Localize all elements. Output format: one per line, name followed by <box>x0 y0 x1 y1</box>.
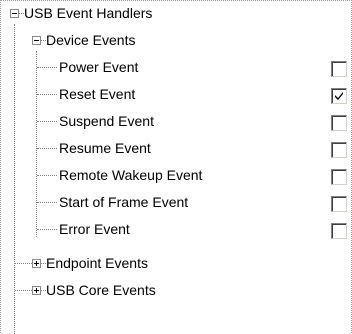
checkmark-icon <box>335 92 343 100</box>
tree-node-start-of-frame-event[interactable]: Start of Frame Event <box>1 190 352 217</box>
tree-connector <box>37 121 57 122</box>
tree-connector <box>37 67 57 68</box>
tree-connector <box>37 94 57 95</box>
tree-connector <box>15 290 32 291</box>
tree-node-suspend-event[interactable]: Suspend Event <box>1 109 352 136</box>
tree-node-label: USB Core Events <box>46 282 156 298</box>
resume-event-checkbox[interactable] <box>331 142 347 158</box>
power-event-checkbox[interactable] <box>331 61 347 77</box>
tree-node-label: Start of Frame Event <box>59 194 189 210</box>
tree-node-error-event[interactable]: Error Event <box>1 217 352 244</box>
tree-node-label: USB Event Handlers <box>24 5 153 21</box>
tree-connector <box>37 202 57 203</box>
tree-node-label: Remote Wakeup Event <box>59 167 203 183</box>
reset-event-checkbox[interactable] <box>331 88 347 104</box>
tree-connector <box>37 229 57 230</box>
remote-wakeup-event-checkbox[interactable] <box>331 169 347 185</box>
tree-node-label: Reset Event <box>59 86 136 102</box>
tree-node-label: Power Event <box>59 59 139 75</box>
tree-node-reset-event[interactable]: Reset Event <box>1 82 352 109</box>
tree-node-label: Endpoint Events <box>46 255 148 271</box>
tree-connector <box>37 148 57 149</box>
expand-icon[interactable] <box>32 286 41 295</box>
suspend-event-checkbox[interactable] <box>331 115 347 131</box>
usb-event-tree: USB Event Handlers Device Events Power E… <box>0 0 352 334</box>
start-of-frame-event-checkbox[interactable] <box>331 196 347 212</box>
tree-node-label: Device Events <box>46 32 136 48</box>
collapse-icon[interactable] <box>10 9 19 18</box>
tree-node-device-events[interactable]: Device Events <box>1 28 352 55</box>
tree-node-label: Resume Event <box>59 140 151 156</box>
tree-node-resume-event[interactable]: Resume Event <box>1 136 352 163</box>
tree-node-endpoint-events[interactable]: Endpoint Events <box>1 251 352 278</box>
expand-icon[interactable] <box>32 259 41 268</box>
error-event-checkbox[interactable] <box>331 223 347 239</box>
tree-connector <box>15 263 32 264</box>
tree-node-usb-core-events[interactable]: USB Core Events <box>1 278 352 305</box>
collapse-icon[interactable] <box>32 36 41 45</box>
tree-node-remote-wakeup-event[interactable]: Remote Wakeup Event <box>1 163 352 190</box>
tree-connector <box>37 175 57 176</box>
tree-node-label: Error Event <box>59 221 130 237</box>
tree-node-power-event[interactable]: Power Event <box>1 55 352 82</box>
tree-node-usb-event-handlers[interactable]: USB Event Handlers <box>1 1 352 28</box>
tree-node-label: Suspend Event <box>59 113 154 129</box>
